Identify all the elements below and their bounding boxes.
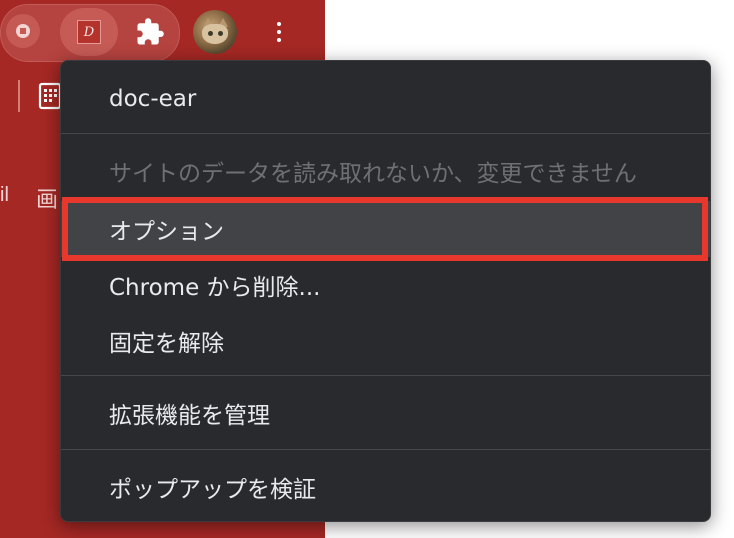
menu-item-remove-from-chrome[interactable]: Chrome から削除... [61, 257, 710, 313]
dot-icon [277, 38, 281, 42]
avatar-eye-right [218, 31, 223, 36]
profile-avatar[interactable] [193, 10, 237, 54]
menu-item-inspect-popup[interactable]: ポップアップを検証 [61, 459, 710, 515]
dot-icon [277, 30, 281, 34]
bookmark-bar-divider [18, 80, 20, 112]
menu-item-unpin[interactable]: 固定を解除 [61, 313, 710, 369]
bookmark-apps-icon[interactable] [38, 82, 62, 110]
record-extension-button[interactable] [6, 14, 40, 48]
browser-menu-button[interactable] [266, 14, 292, 50]
menu-item-options[interactable]: オプション [61, 201, 710, 257]
extension-context-menu: doc-ear サイトのデータを読み取れないか、変更できません オプション Ch… [60, 60, 711, 522]
menu-separator [61, 449, 710, 450]
menu-separator [61, 133, 710, 134]
page-text-fragment-kanji: 画 [36, 188, 59, 213]
dot-icon [277, 22, 281, 26]
extensions-button[interactable] [130, 14, 170, 50]
page-text-fragment: il [0, 184, 9, 206]
grid-icon [38, 82, 62, 110]
avatar-cat-face [202, 24, 228, 44]
browser-toolbar: D [0, 0, 325, 64]
docear-extension-button[interactable]: D [60, 8, 118, 56]
record-icon [16, 24, 30, 38]
avatar-eye-left [208, 31, 213, 36]
puzzle-icon [137, 18, 164, 45]
docear-icon: D [77, 20, 101, 44]
screen: D il 画 doc-ear サイトのデータを読み取れないか、変更できません オ… [0, 0, 734, 538]
menu-item-manage-extensions[interactable]: 拡張機能を管理 [61, 385, 710, 441]
menu-item-extension-name[interactable]: doc-ear [61, 71, 710, 127]
menu-separator [61, 375, 710, 376]
menu-item-site-access: サイトのデータを読み取れないか、変更できません [109, 161, 637, 187]
